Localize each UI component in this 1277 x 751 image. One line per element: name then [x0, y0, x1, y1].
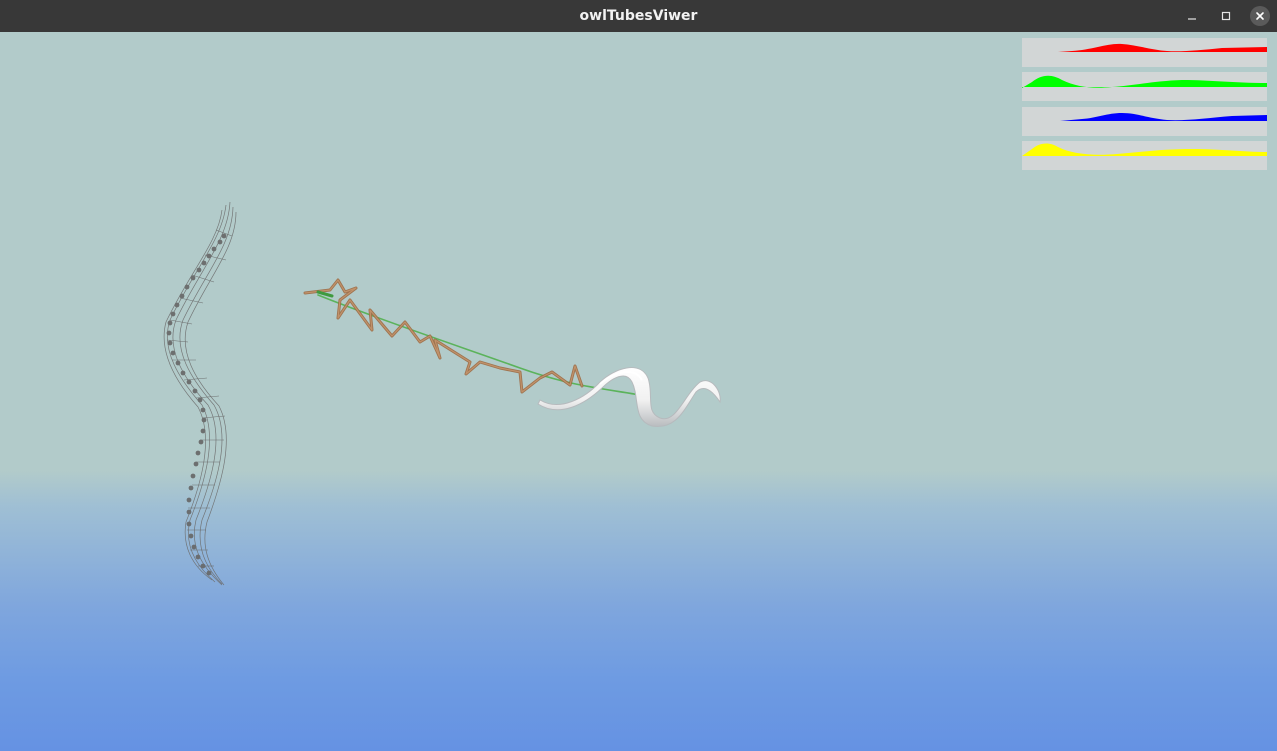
tf-strip-red[interactable] — [1022, 38, 1267, 67]
close-icon — [1256, 12, 1264, 20]
maximize-button[interactable] — [1210, 0, 1242, 32]
minimize-icon — [1188, 18, 1196, 20]
minimize-button[interactable] — [1176, 0, 1208, 32]
close-button-circle — [1250, 6, 1270, 26]
shaded-worm[interactable] — [537, 367, 721, 427]
close-button[interactable] — [1244, 0, 1276, 32]
trajectory-centerline — [317, 294, 641, 396]
maximize-icon — [1221, 11, 1231, 21]
tf-curve-blue — [1060, 113, 1267, 121]
tf-strip-yellow[interactable] — [1022, 141, 1267, 170]
scene-canvas[interactable] — [0, 32, 1277, 751]
app-window: owlTubesViwer — [0, 0, 1277, 751]
tube-trajectory[interactable] — [303, 278, 641, 396]
tf-strip-green[interactable] — [1022, 72, 1267, 101]
wireframe-worm[interactable] — [163, 201, 237, 586]
title-bar[interactable]: owlTubesViwer — [0, 0, 1277, 32]
3d-viewport[interactable] — [0, 32, 1277, 751]
tf-curve-yellow — [1022, 143, 1267, 156]
window-title: owlTubesViwer — [579, 8, 698, 24]
tf-strip-blue[interactable] — [1022, 107, 1267, 136]
tf-curve-red — [1058, 43, 1267, 52]
tf-curve-green — [1022, 75, 1267, 88]
